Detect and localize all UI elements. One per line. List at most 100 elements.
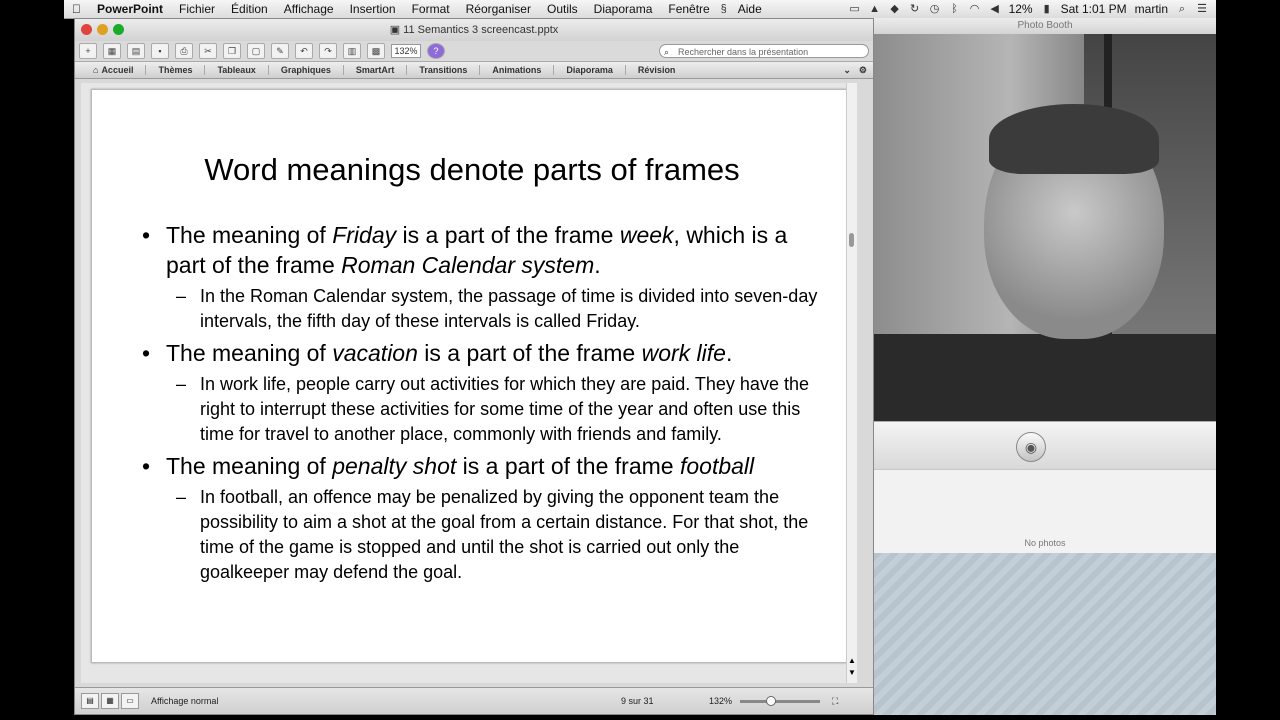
sub-bullet-friday: In the Roman Calendar system, the passag… xyxy=(142,284,822,334)
script-menu-icon[interactable]: § xyxy=(718,3,730,15)
templates-icon[interactable]: ▦ xyxy=(103,43,121,59)
zoom-window-button[interactable] xyxy=(113,24,124,35)
open-icon[interactable]: ▤ xyxy=(127,43,145,59)
document-icon: ▣ xyxy=(389,24,404,36)
slide-sorter-view-button[interactable]: ▦ xyxy=(101,693,119,709)
sync-icon[interactable]: ↻ xyxy=(909,3,921,15)
slide-sorter-icon[interactable]: ▥ xyxy=(343,43,361,59)
photo-booth-controls: ◉ xyxy=(874,421,1216,470)
clock[interactable]: Sat 1:01 PM xyxy=(1061,2,1127,16)
slide-title[interactable]: Word meanings denote parts of frames xyxy=(92,152,852,188)
zoom-field[interactable]: 132% xyxy=(391,44,421,58)
normal-view-button[interactable]: ▤ xyxy=(81,693,99,709)
time-machine-icon[interactable]: ◷ xyxy=(929,3,941,15)
ribbon-settings-icon[interactable]: ⚙ xyxy=(859,65,873,76)
battery-icon[interactable]: ▮ xyxy=(1041,3,1053,15)
bullet-text: . xyxy=(594,252,601,278)
sub-bullet-penalty-shot: In football, an offence may be penalized… xyxy=(142,485,822,585)
undo-icon[interactable]: ↶ xyxy=(295,43,313,59)
vertical-scrollbar[interactable]: ▲ ▼ xyxy=(846,83,857,683)
media-browser-icon[interactable]: ▩ xyxy=(367,43,385,59)
format-painter-icon[interactable]: ✎ xyxy=(271,43,289,59)
empty-tray-label: No photos xyxy=(1024,538,1066,548)
redo-icon[interactable]: ↷ xyxy=(319,43,337,59)
zoom-slider[interactable] xyxy=(740,695,821,706)
user-menu[interactable]: martin xyxy=(1135,2,1168,16)
status-zoom: 132% xyxy=(709,696,733,706)
battery-percent: 12% xyxy=(1008,2,1033,16)
bluetooth-icon[interactable]: ᛒ xyxy=(949,3,961,15)
bullet-term: penalty shot xyxy=(332,453,457,479)
collapse-ribbon-icon[interactable]: ⌄ xyxy=(843,65,859,76)
tab-revision[interactable]: Révision xyxy=(626,65,688,75)
slide[interactable]: Word meanings denote parts of frames The… xyxy=(91,89,853,663)
status-bar: ▤ ▦ ▭ Affichage normal 9 sur 31 132% ⛶ xyxy=(75,687,873,714)
view-label: Affichage normal xyxy=(151,696,219,706)
tab-graphiques[interactable]: Graphiques xyxy=(269,65,344,75)
menu-aide[interactable]: Aide xyxy=(730,2,770,16)
volume-icon[interactable]: ◀ xyxy=(989,3,1001,15)
previous-slide-icon[interactable]: ▲ xyxy=(848,656,856,665)
standard-toolbar: + ▦ ▤ ▪ ⎙ ✂ ❐ ▢ ✎ ↶ ↷ ▥ ▩ 132% ? ⌕ Reche… xyxy=(75,41,873,61)
tab-transitions[interactable]: Transitions xyxy=(407,65,481,75)
photo-booth-window: Photo Booth ◉ No photos xyxy=(874,18,1216,715)
menu-affichage[interactable]: Affichage xyxy=(276,2,342,16)
apple-menu-icon[interactable]:  xyxy=(64,2,89,16)
paste-icon[interactable]: ▢ xyxy=(247,43,265,59)
bullet-text: The meaning of xyxy=(166,340,333,366)
tab-accueil[interactable]: ⌂ Accueil xyxy=(81,65,147,75)
menu-diaporama[interactable]: Diaporama xyxy=(586,2,661,16)
fit-to-window-icon[interactable]: ⛶ xyxy=(832,696,838,707)
help-icon[interactable]: ? xyxy=(427,43,445,59)
take-photo-button[interactable]: ◉ xyxy=(1016,432,1046,462)
cut-icon[interactable]: ✂ xyxy=(199,43,217,59)
sub-bullet-vacation: In work life, people carry out activitie… xyxy=(142,372,822,447)
menu-edition[interactable]: Édition xyxy=(223,2,276,16)
app-menu[interactable]: PowerPoint xyxy=(89,2,171,16)
bullet-vacation: The meaning of vacation is a part of the… xyxy=(142,338,822,368)
powerpoint-window: ▣ 11 Semantics 3 screencast.pptx + ▦ ▤ ▪… xyxy=(74,18,874,715)
menu-format[interactable]: Format xyxy=(404,2,458,16)
bullet-term: Roman Calendar system xyxy=(341,252,595,278)
window-titlebar: ▣ 11 Semantics 3 screencast.pptx xyxy=(75,19,873,41)
zoom-slider-knob[interactable] xyxy=(766,695,777,706)
close-window-button[interactable] xyxy=(81,24,92,35)
bullet-term: Friday xyxy=(332,222,397,248)
new-presentation-icon[interactable]: + xyxy=(79,43,97,59)
page-indicator: 9 sur 31 xyxy=(621,696,654,706)
screen-icon[interactable]: ▭ xyxy=(849,3,861,15)
bullet-text: The meaning of xyxy=(166,453,333,479)
notification-center-icon[interactable]: ☰ xyxy=(1196,3,1208,15)
menu-outils[interactable]: Outils xyxy=(539,2,586,16)
slide-body[interactable]: The meaning of Friday is a part of the f… xyxy=(142,216,822,585)
save-icon[interactable]: ▪ xyxy=(151,43,169,59)
print-icon[interactable]: ⎙ xyxy=(175,43,193,59)
copy-icon[interactable]: ❐ xyxy=(223,43,241,59)
tab-smartart[interactable]: SmartArt xyxy=(344,65,408,75)
bullet-term: work life xyxy=(641,340,726,366)
menu-fichier[interactable]: Fichier xyxy=(171,2,223,16)
tab-animations[interactable]: Animations xyxy=(480,65,555,75)
bullet-term: week xyxy=(619,222,674,248)
menu-reorganiser[interactable]: Réorganiser xyxy=(458,2,539,16)
drive-icon[interactable]: ▲ xyxy=(869,3,881,15)
menu-insertion[interactable]: Insertion xyxy=(342,2,404,16)
tab-label: Accueil xyxy=(101,65,134,75)
spotlight-icon[interactable]: ⌕ xyxy=(1176,3,1188,15)
scroll-thumb[interactable] xyxy=(849,233,854,247)
bullet-text: . xyxy=(725,340,733,366)
tab-diaporama[interactable]: Diaporama xyxy=(554,65,626,75)
menu-fenetre[interactable]: Fenêtre xyxy=(660,2,717,16)
minimize-window-button[interactable] xyxy=(97,24,108,35)
ribbon-tabs: ⌂ Accueil Thèmes Tableaux Graphiques Smar… xyxy=(75,61,873,79)
bullet-text: is a part of the frame xyxy=(456,453,680,479)
tab-tableaux[interactable]: Tableaux xyxy=(205,65,269,75)
next-slide-icon[interactable]: ▼ xyxy=(848,668,856,677)
slideshow-view-button[interactable]: ▭ xyxy=(121,693,139,709)
dropbox-icon[interactable]: ◆ xyxy=(889,3,901,15)
search-input[interactable]: ⌕ Rechercher dans la présentation xyxy=(659,44,869,58)
tab-themes[interactable]: Thèmes xyxy=(146,65,206,75)
slide-editor[interactable]: Word meanings denote parts of frames The… xyxy=(81,83,857,683)
wifi-icon[interactable]: ◠ xyxy=(969,3,981,15)
bullet-text: is a part of the frame xyxy=(417,340,642,366)
